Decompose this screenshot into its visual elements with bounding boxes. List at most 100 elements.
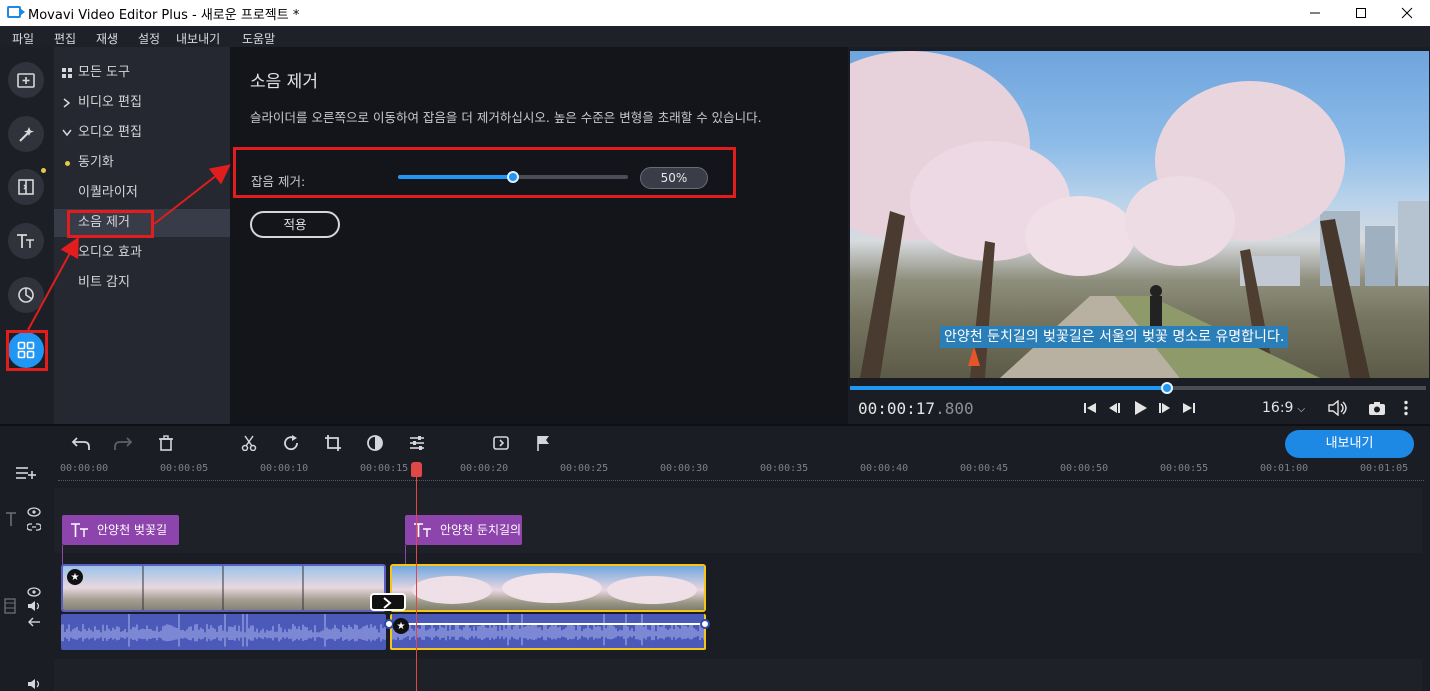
apply-button[interactable]: 적용 <box>250 211 340 238</box>
text-track-icon <box>4 510 18 528</box>
stickers-button[interactable] <box>8 277 44 313</box>
minimize-button[interactable] <box>1292 0 1338 26</box>
movavi-app-icon <box>7 6 25 18</box>
snapshot-button[interactable] <box>1368 399 1386 417</box>
skip-end-button[interactable] <box>1182 399 1196 417</box>
tool-all-tools[interactable]: 모든 도구 <box>54 59 230 87</box>
more-vertical-icon <box>1404 400 1408 416</box>
tool-sync[interactable]: 동기화 <box>54 149 230 177</box>
scrubber-thumb[interactable] <box>1160 382 1173 394</box>
titles-icon <box>17 234 34 248</box>
aspect-ratio-dropdown[interactable]: 16:9 ⌵ <box>1262 400 1305 416</box>
drag-handle-icon[interactable] <box>2 597 18 615</box>
titles-icon <box>71 523 88 537</box>
title-clip-label: 안양천 둔치길의 <box>440 523 522 537</box>
tool-audio-edit[interactable]: 오디오 편집 <box>54 119 230 147</box>
video-preview[interactable]: 안양천 둔치길의 벚꽃길은 서울의 벚꽃 명소로 유명합니다. <box>850 51 1429 378</box>
arrow-left-icon[interactable] <box>27 616 41 628</box>
slider-thumb[interactable] <box>507 171 519 183</box>
noise-slider[interactable] <box>398 171 628 183</box>
title-clip[interactable]: 안양천 벚꽃길 <box>62 515 179 545</box>
menu-play[interactable]: 재생 <box>96 30 118 47</box>
tool-audio-effects[interactable]: 오디오 효과 <box>54 239 230 267</box>
crop-button[interactable] <box>322 433 344 453</box>
chevron-right-icon <box>63 98 71 108</box>
volume-keyframe[interactable] <box>700 619 710 629</box>
preview-scrubber[interactable] <box>850 382 1426 394</box>
menu-settings[interactable]: 설정 <box>138 30 160 47</box>
link-icon[interactable] <box>27 521 41 533</box>
menu-edit[interactable]: 편집 <box>54 30 76 47</box>
playhead-line[interactable] <box>416 462 417 691</box>
filters-button[interactable] <box>8 116 44 152</box>
eye-icon[interactable] <box>27 506 41 518</box>
title-clip[interactable]: 안양천 둔치길의 <box>405 515 522 545</box>
ruler-tick: 00:00:15 <box>360 463 409 474</box>
volume-icon <box>1328 400 1347 416</box>
timecode: 00:00:17.800 <box>858 399 974 418</box>
volume-button[interactable] <box>1328 399 1350 417</box>
timeline-ruler[interactable]: 00:00:00 00:00:05 00:00:10 00:00:15 00:00:20… <box>0 458 1430 486</box>
add-track-icon <box>16 467 36 479</box>
menu-export[interactable]: 내보내기 <box>176 30 220 47</box>
volume-icon[interactable] <box>27 678 41 690</box>
ruler-tick: 00:00:50 <box>1060 463 1109 474</box>
delete-button[interactable] <box>155 433 177 453</box>
animation-button[interactable] <box>490 433 512 453</box>
clip-properties-button[interactable] <box>406 433 428 453</box>
title-clip-connector <box>62 545 63 565</box>
preview-area: 안양천 둔치길의 벚꽃길은 서울의 벚꽃 명소로 유명합니다. 00:00:17… <box>848 47 1430 424</box>
titles-button[interactable] <box>8 223 44 259</box>
transition-marker[interactable] <box>370 593 406 611</box>
skip-to-start-icon <box>1084 403 1096 413</box>
ruler-tick: 00:01:05 <box>1360 463 1409 474</box>
tool-label: 오디오 효과 <box>78 245 142 260</box>
clip-thumbnails <box>392 566 704 610</box>
scrubber-fill <box>850 386 1167 390</box>
more-options-button[interactable] <box>1403 399 1409 417</box>
add-track-button[interactable] <box>15 463 37 481</box>
ruler-tick: 00:00:05 <box>160 463 209 474</box>
slider-value[interactable]: 50% <box>640 167 708 189</box>
redo-button[interactable] <box>112 433 134 453</box>
volume-icon[interactable] <box>27 600 41 612</box>
crop-icon <box>325 435 341 451</box>
tool-label: 동기화 <box>78 155 114 170</box>
playhead-handle[interactable] <box>411 462 422 477</box>
audio-clip-selected[interactable] <box>390 614 706 650</box>
tool-noise-removal[interactable]: 소음 제거 <box>54 209 230 237</box>
video-clip[interactable]: ★ <box>61 564 386 612</box>
tool-video-edit[interactable]: 비디오 편집 <box>54 89 230 117</box>
next-frame-button[interactable] <box>1158 399 1172 417</box>
rotate-button[interactable] <box>280 433 302 453</box>
more-tools-button[interactable] <box>8 332 44 368</box>
play-button[interactable] <box>1132 399 1148 417</box>
import-button[interactable] <box>8 62 44 98</box>
maximize-icon <box>1356 8 1366 18</box>
maximize-button[interactable] <box>1338 0 1384 26</box>
tool-beat-detection[interactable]: 비트 감지 <box>54 269 230 297</box>
audio-clip[interactable] <box>61 614 386 650</box>
menu-help[interactable]: 도움말 <box>242 30 275 47</box>
color-adjust-button[interactable] <box>364 433 386 453</box>
minimize-icon <box>1310 12 1320 14</box>
transitions-button[interactable] <box>8 169 44 205</box>
close-button[interactable] <box>1384 0 1430 26</box>
prev-frame-button[interactable] <box>1107 399 1121 417</box>
volume-line[interactable] <box>389 623 706 625</box>
tool-equalizer[interactable]: 이퀄라이저 <box>54 179 230 207</box>
video-clip-selected[interactable] <box>390 564 706 612</box>
menu-file[interactable]: 파일 <box>12 30 34 47</box>
new-indicator-dot <box>41 168 46 173</box>
import-icon <box>17 73 35 88</box>
scissors-icon <box>241 435 257 451</box>
export-button[interactable]: 내보내기 <box>1285 430 1414 458</box>
eye-icon[interactable] <box>27 586 41 598</box>
ruler-tick: 00:00:20 <box>460 463 509 474</box>
undo-button[interactable] <box>70 433 92 453</box>
cut-button[interactable] <box>238 433 260 453</box>
sliders-icon <box>410 436 424 450</box>
title-clip-connector <box>405 545 406 565</box>
marker-button[interactable] <box>532 433 554 453</box>
skip-start-button[interactable] <box>1083 399 1097 417</box>
